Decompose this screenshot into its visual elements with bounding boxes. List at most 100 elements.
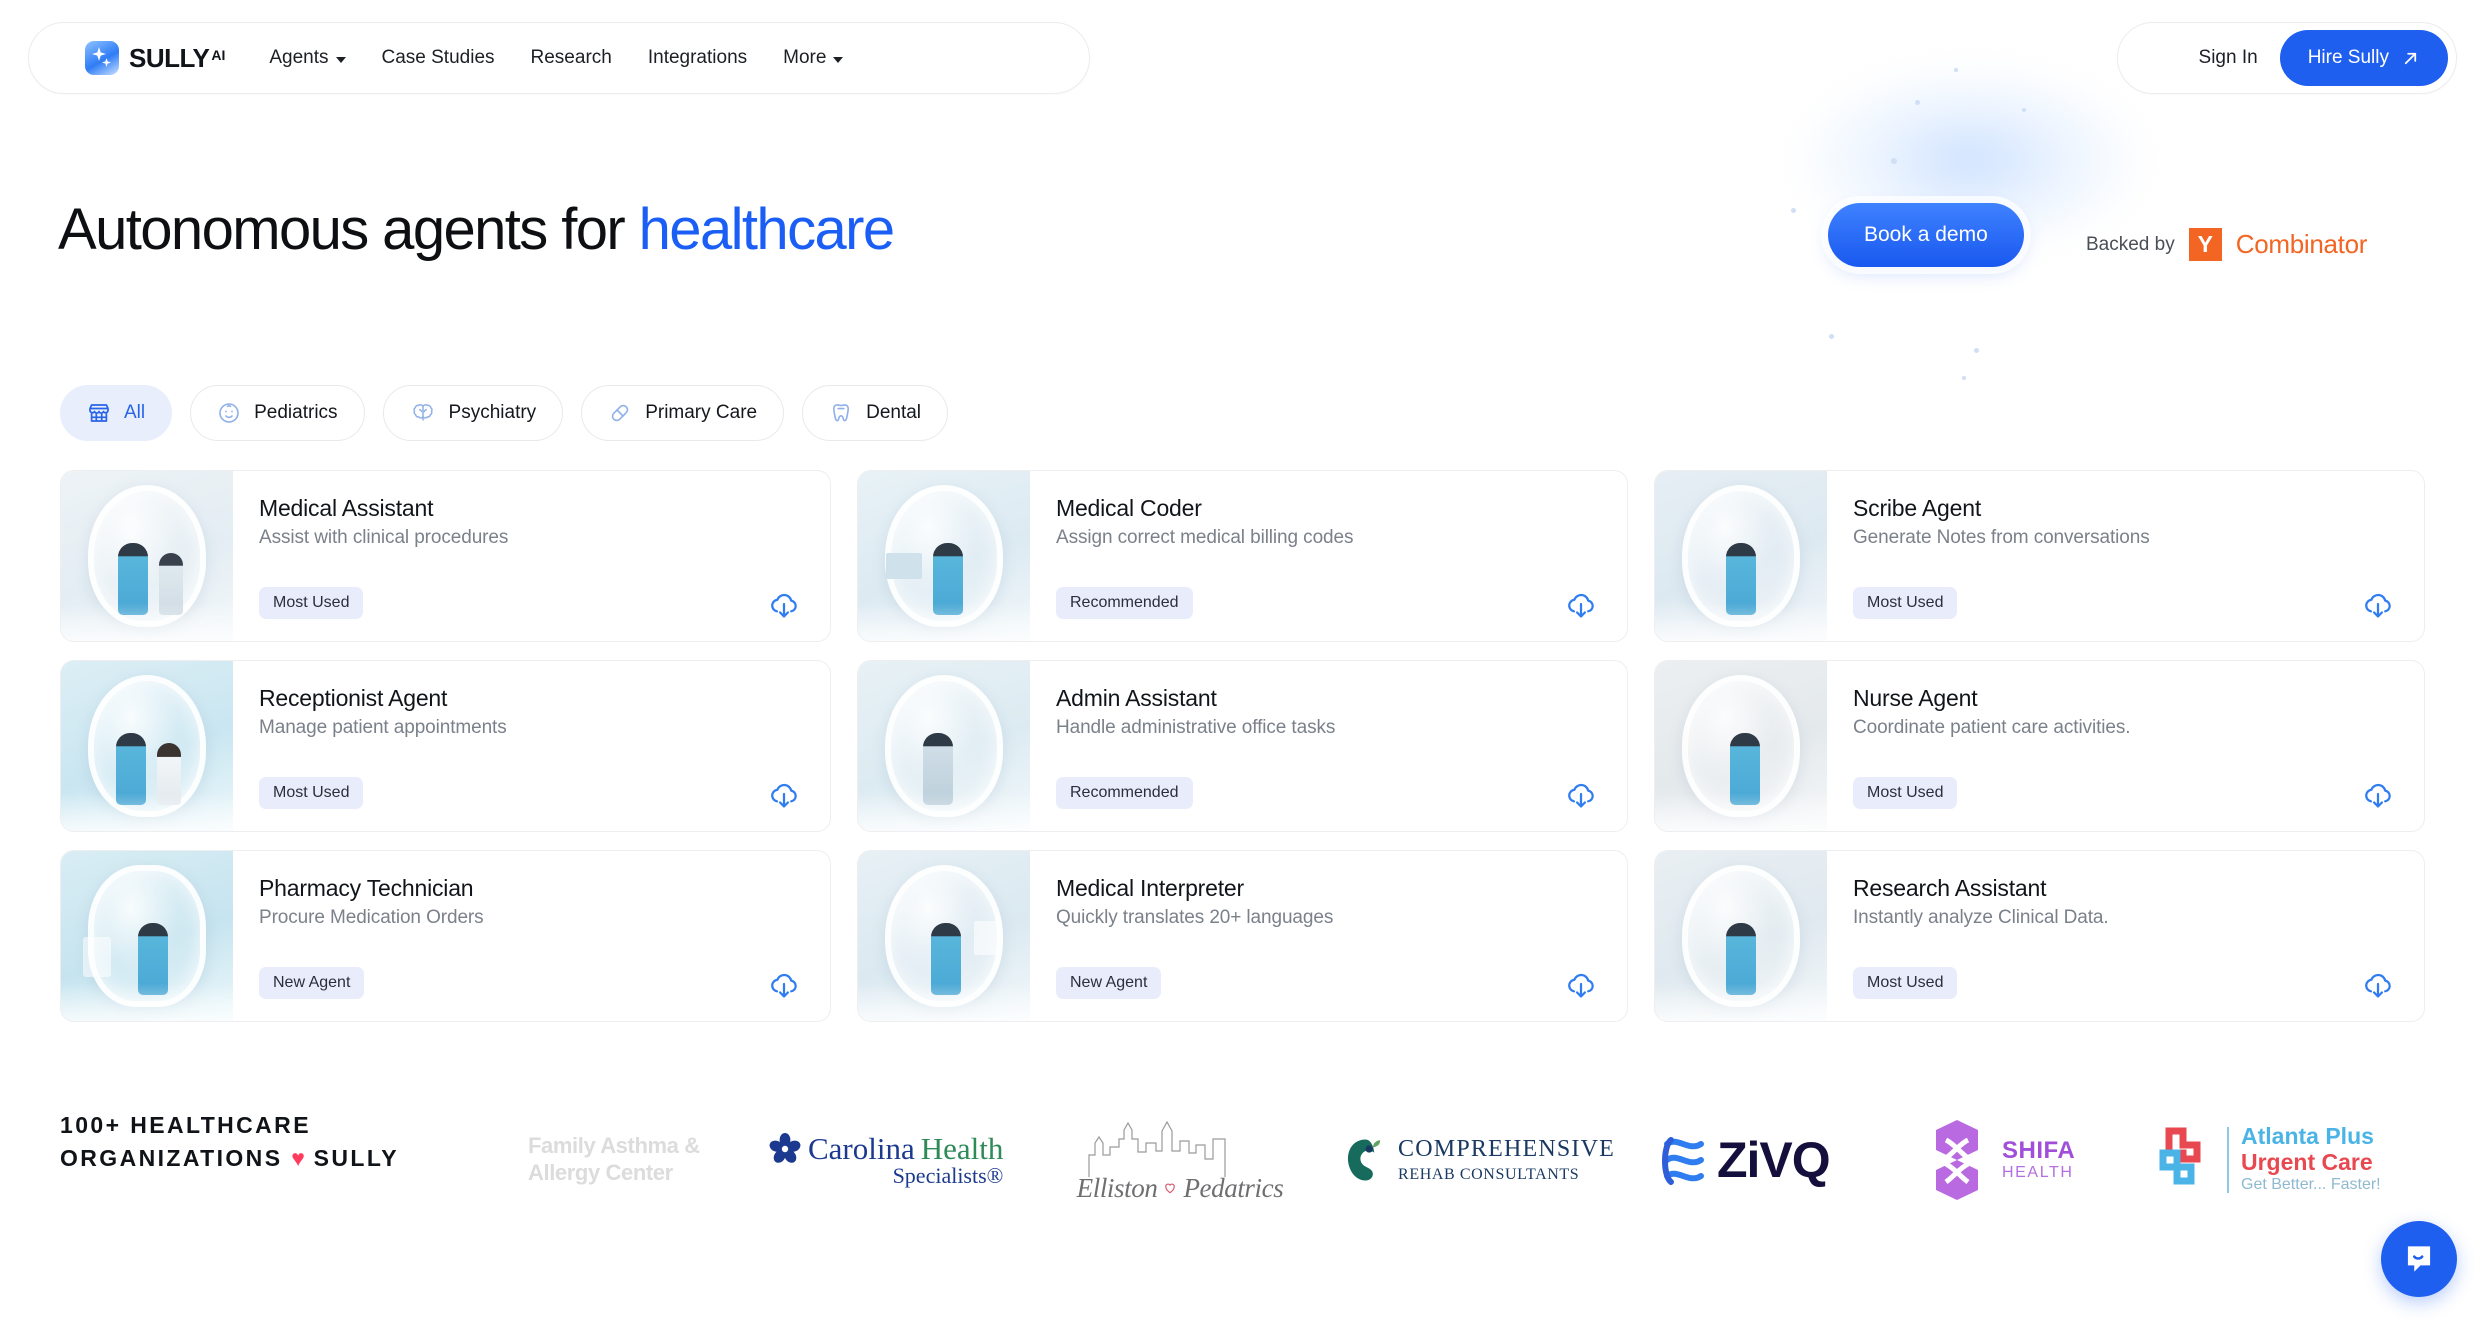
arrow-up-right-icon [2404, 52, 2417, 64]
filter-pill-dental[interactable]: Dental [802, 385, 949, 441]
agent-card[interactable]: Scribe Agent Generate Notes from convers… [1654, 470, 2425, 642]
agent-card[interactable]: Medical Interpreter Quickly translates 2… [857, 850, 1628, 1022]
logo-line: Pedatrics [1183, 1172, 1284, 1203]
hire-sully-label: Hire Sully [2307, 47, 2389, 68]
agent-card[interactable]: Medical Coder Assign correct medical bil… [857, 470, 1628, 642]
heart-icon: ♥ [291, 1144, 305, 1171]
agent-card-body: Medical Interpreter Quickly translates 2… [1030, 851, 1627, 1021]
cloud-download-icon[interactable] [1563, 967, 1599, 1003]
shifa-knot-icon [1936, 1120, 1978, 1200]
logo-line: Health [920, 1131, 1004, 1166]
brand-name: SULLY [129, 42, 210, 73]
cloud-download-icon[interactable] [2360, 587, 2396, 623]
book-a-demo-button[interactable]: Book a demo [1828, 203, 2024, 267]
nav-item-research[interactable]: Research [531, 47, 612, 69]
chevron-down-icon [335, 56, 346, 63]
nav-item-label: More [783, 47, 827, 68]
logo-line: Atlanta Plus [2241, 1122, 2374, 1149]
agent-card-description: Assign correct medical billing codes [1056, 527, 1354, 548]
logo-line: REHAB CONSULTANTS [1398, 1166, 1580, 1183]
nav-item-agents[interactable]: Agents [269, 47, 346, 69]
sparkle-dot [1974, 348, 1979, 353]
agent-card-body: Admin Assistant Handle administrative of… [1030, 661, 1627, 831]
logo-line: Get Better... Faster! [2241, 1176, 2381, 1194]
logo-ziva: ZiVQ [1655, 1095, 1885, 1225]
status-badge: Most Used [259, 587, 364, 619]
agent-card-title: Admin Assistant [1056, 685, 1217, 711]
agent-card-description: Procure Medication Orders [259, 907, 484, 928]
agent-card[interactable]: Medical Assistant Assist with clinical p… [60, 470, 831, 642]
nav-item-case-studies[interactable]: Case Studies [382, 47, 495, 69]
nav-links: Agents Case Studies Research Integration… [269, 47, 844, 69]
logo-carolina-health-specialists: Carolina Health Specialists® [768, 1095, 1018, 1225]
filter-pill-psychiatry[interactable]: Psychiatry [382, 385, 564, 441]
agent-card-grid: Medical Assistant Assist with clinical p… [60, 470, 2425, 1022]
logo-strip-headline: 100+ HEALTHCARE ORGANIZATIONS ♥ SULLY [60, 1109, 399, 1174]
status-badge: Most Used [1853, 777, 1958, 809]
nav-item-integrations[interactable]: Integrations [648, 47, 747, 69]
hero-title-accent: healthcare [638, 197, 895, 262]
cloud-download-icon[interactable] [766, 587, 802, 623]
nav-item-more[interactable]: More [783, 47, 844, 69]
status-badge: Most Used [259, 777, 364, 809]
agent-card-description: Generate Notes from conversations [1853, 527, 2150, 548]
logo-family-asthma-allergy-center: Family Asthma & Allergy Center [528, 1095, 728, 1225]
cloud-download-icon[interactable] [766, 967, 802, 1003]
agent-card-body: Nurse Agent Coordinate patient care acti… [1827, 661, 2424, 831]
agent-card[interactable]: Admin Assistant Handle administrative of… [857, 660, 1628, 832]
cloud-download-icon[interactable] [1563, 777, 1599, 813]
logo-line: Elliston [1076, 1172, 1158, 1203]
agent-card-body: Research Assistant Instantly analyze Cli… [1827, 851, 2424, 1021]
agent-card[interactable]: Research Assistant Instantly analyze Cli… [1654, 850, 2425, 1022]
backed-by-label: Backed by [2086, 233, 2175, 255]
agent-card-description: Manage patient appointments [259, 717, 507, 738]
backed-by-yc: Backed by Y Combinator [2086, 228, 2367, 261]
logo-headline-line2-post: SULLY [304, 1144, 399, 1171]
agent-card[interactable]: Receptionist Agent Manage patient appoin… [60, 660, 831, 832]
agent-card-body: Medical Assistant Assist with clinical p… [233, 471, 830, 641]
logo-line: Carolina [808, 1131, 915, 1166]
sparkle-dot [1891, 158, 1897, 164]
agent-card[interactable]: Pharmacy Technician Procure Medication O… [60, 850, 831, 1022]
agent-card-body: Pharmacy Technician Procure Medication O… [233, 851, 830, 1021]
logo-headline-line2: ORGANIZATIONS ♥ SULLY [60, 1142, 399, 1175]
brand-superscript: AI [211, 47, 226, 64]
agent-card-title: Pharmacy Technician [259, 875, 474, 901]
filter-pill-primary-care[interactable]: Primary Care [581, 385, 785, 441]
logo-line: ZiVQ [1717, 1132, 1831, 1188]
cloud-download-icon[interactable] [2360, 777, 2396, 813]
logo-headline-line1: 100+ HEALTHCARE [60, 1112, 311, 1138]
status-badge: Most Used [1853, 587, 1958, 619]
agent-card-description: Instantly analyze Clinical Data. [1853, 907, 2109, 928]
cloud-download-icon[interactable] [766, 777, 802, 813]
status-badge: Recommended [1056, 777, 1193, 809]
two-clinicians-pod-image [61, 471, 233, 641]
logo-headline-line2-pre: ORGANIZATIONS [60, 1144, 292, 1171]
sparkle-dot [1829, 334, 1834, 339]
logo-divider [2227, 1127, 2229, 1193]
status-badge: Most Used [1853, 967, 1958, 999]
page-root: SULLY AI Agents Case Studies Research Int… [0, 0, 2485, 1339]
chat-widget-button[interactable] [2381, 1221, 2457, 1297]
reception-desk-pod-image [61, 661, 233, 831]
sign-in-link[interactable]: Sign In [2199, 47, 2258, 69]
cloud-download-icon[interactable] [1563, 587, 1599, 623]
status-badge: New Agent [1056, 967, 1162, 999]
plus-cross-icon [2159, 1127, 2201, 1185]
brand-logo[interactable]: SULLY AI [85, 41, 225, 75]
y-combinator-icon: Y [2188, 228, 2222, 261]
cloud-download-icon[interactable] [2360, 967, 2396, 1003]
filter-pill-all[interactable]: All [60, 385, 173, 441]
logo-line: SHIFA [2002, 1137, 2076, 1165]
nav-item-label: Agents [269, 47, 329, 68]
status-badge: New Agent [259, 967, 365, 999]
agent-card[interactable]: Nurse Agent Coordinate patient care acti… [1654, 660, 2425, 832]
filter-pill-pediatrics[interactable]: Pediatrics [190, 385, 365, 441]
agent-card-title: Research Assistant [1853, 875, 2047, 901]
storefront-icon [89, 404, 109, 422]
specialty-filter-bar: All Pediatrics Psychiatry Primary Care D… [60, 385, 949, 441]
page-title: Autonomous agents for healthcare [58, 196, 895, 263]
city-skyline-icon [1088, 1120, 1226, 1177]
sparkle-dot [1954, 68, 1958, 72]
hire-sully-button[interactable]: Hire Sully [2279, 30, 2448, 86]
